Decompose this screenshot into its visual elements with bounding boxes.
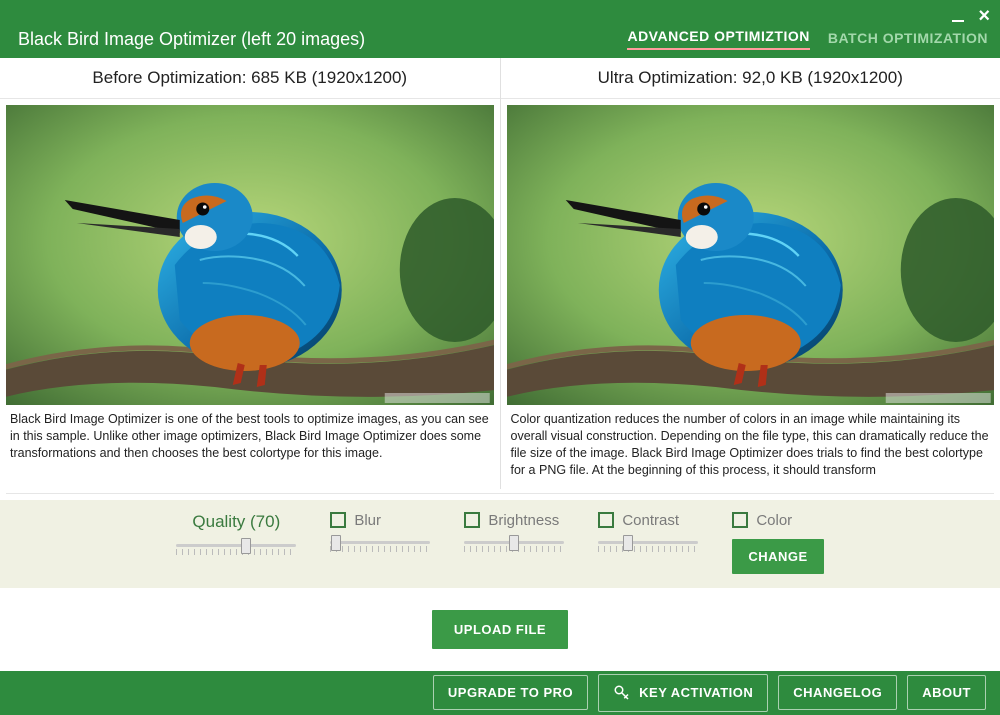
upgrade-to-pro-button[interactable]: UPGRADE TO PRO (433, 675, 588, 710)
changelog-button[interactable]: CHANGELOG (778, 675, 897, 710)
brightness-control: Brightness (464, 512, 564, 555)
window-tabs: ADVANCED OPTIMIZTION BATCH OPTIMIZATION (627, 28, 988, 50)
color-change-group: Color CHANGE (732, 512, 823, 574)
color-checkbox[interactable] (732, 512, 748, 528)
contrast-label: Contrast (622, 512, 679, 529)
quality-control: Quality (70) (176, 512, 296, 558)
titlebar: Black Bird Image Optimizer (left 20 imag… (0, 0, 1000, 58)
minimize-button[interactable] (952, 7, 964, 25)
upload-file-button[interactable]: UPLOAD FILE (432, 610, 568, 649)
after-image (507, 105, 995, 405)
brightness-checkbox[interactable] (464, 512, 480, 528)
after-title: Ultra Optimization: 92,0 KB (1920x1200) (501, 58, 1000, 99)
key-icon (613, 684, 631, 702)
quality-slider[interactable] (176, 538, 296, 558)
contrast-control: Contrast (598, 512, 698, 555)
comparison-row: Before Optimization: 685 KB (1920x1200) (0, 58, 1000, 489)
after-panel: Ultra Optimization: 92,0 KB (1920x1200) (501, 58, 1000, 489)
brightness-slider[interactable] (464, 535, 564, 555)
about-button[interactable]: ABOUT (907, 675, 986, 710)
change-button[interactable]: CHANGE (732, 539, 823, 574)
window-controls: × (952, 6, 990, 26)
after-description: Color quantization reduces the number of… (507, 405, 995, 489)
blur-slider[interactable] (330, 535, 430, 555)
tab-advanced-optimization[interactable]: ADVANCED OPTIMIZTION (627, 28, 809, 50)
contrast-checkbox[interactable] (598, 512, 614, 528)
blur-checkbox[interactable] (330, 512, 346, 528)
controls-bar: Quality (70) Blur Brightness Contrast (0, 500, 1000, 588)
before-panel: Before Optimization: 685 KB (1920x1200) (0, 58, 501, 489)
tab-batch-optimization[interactable]: BATCH OPTIMIZATION (828, 30, 988, 50)
quality-label: Quality (70) (192, 512, 280, 532)
blur-control: Blur (330, 512, 430, 555)
before-description: Black Bird Image Optimizer is one of the… (6, 405, 494, 472)
close-button[interactable]: × (978, 6, 990, 26)
color-label: Color (756, 512, 792, 529)
upload-row: UPLOAD FILE (0, 588, 1000, 671)
window-title: Black Bird Image Optimizer (left 20 imag… (18, 29, 365, 50)
blur-label: Blur (354, 512, 381, 529)
before-image (6, 105, 494, 405)
brightness-label: Brightness (488, 512, 559, 529)
key-activation-label: KEY ACTIVATION (639, 685, 753, 700)
contrast-slider[interactable] (598, 535, 698, 555)
key-activation-button[interactable]: KEY ACTIVATION (598, 674, 768, 712)
divider (6, 493, 994, 494)
footer: UPGRADE TO PRO KEY ACTIVATION CHANGELOG … (0, 671, 1000, 715)
before-title: Before Optimization: 685 KB (1920x1200) (0, 58, 500, 99)
